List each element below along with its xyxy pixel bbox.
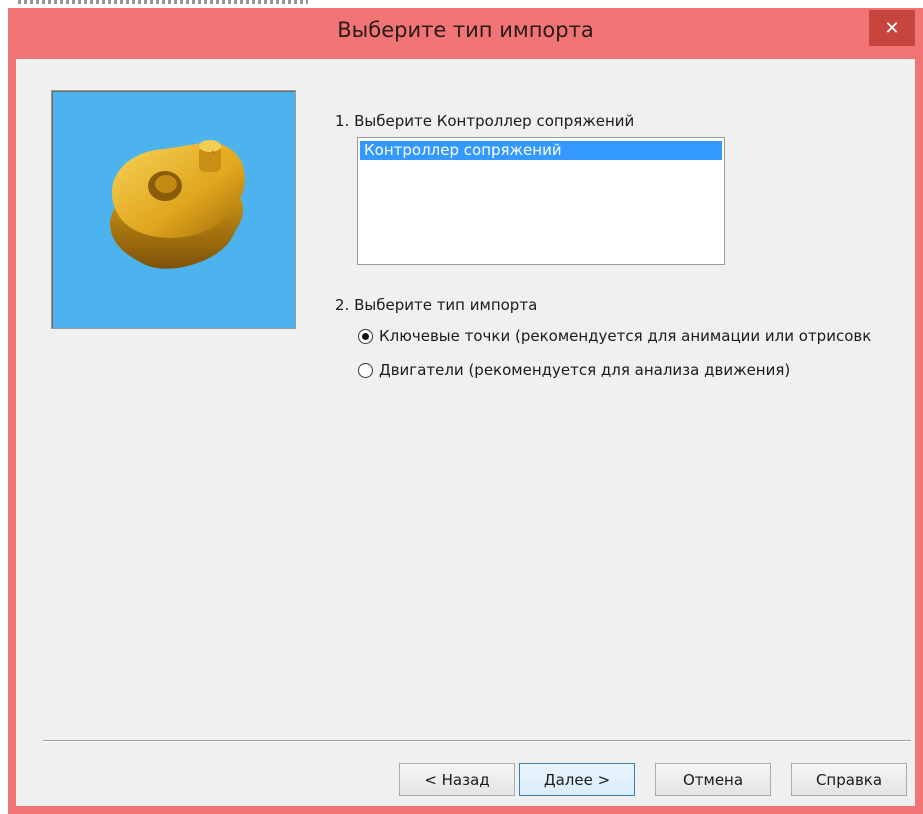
background-window-strip <box>0 0 923 8</box>
radio-keypoints-label: Ключевые точки (рекомендуется для анимац… <box>379 327 872 345</box>
section2-label: 2. Выберите тип импорта <box>335 296 538 314</box>
mate-controller-listbox[interactable]: Контроллер сопряжений <box>357 137 725 265</box>
import-type-dialog: Выберите тип импорта ✕ 1. Выберите Контр… <box>8 8 923 814</box>
preview-image <box>51 90 296 329</box>
radio-keypoints[interactable]: Ключевые точки (рекомендуется для анимац… <box>358 327 871 345</box>
help-button[interactable]: Справка <box>791 763 907 796</box>
list-item[interactable]: Контроллер сопряжений <box>360 141 722 160</box>
title-bar[interactable]: Выберите тип импорта ✕ <box>8 8 923 60</box>
radio-button-unchecked[interactable] <box>358 362 373 378</box>
back-button[interactable]: < Назад <box>399 763 515 796</box>
cancel-button[interactable]: Отмена <box>655 763 771 796</box>
footer-separator <box>43 740 911 742</box>
radio-motors-label: Двигатели (рекомендуется для анализа дви… <box>379 361 791 379</box>
dialog-title: Выберите тип импорта <box>337 18 594 42</box>
radio-button-checked[interactable] <box>358 328 373 344</box>
background-window-text <box>18 0 308 4</box>
next-button[interactable]: Далее > <box>519 763 635 796</box>
section1-label: 1. Выберите Контроллер сопряжений <box>335 112 635 130</box>
radio-motors[interactable]: Двигатели (рекомендуется для анализа дви… <box>358 361 790 379</box>
close-button[interactable]: ✕ <box>869 10 915 46</box>
close-icon: ✕ <box>884 17 900 39</box>
dialog-body: 1. Выберите Контроллер сопряжений Контро… <box>16 59 915 806</box>
mechanical-part-icon <box>110 140 245 269</box>
